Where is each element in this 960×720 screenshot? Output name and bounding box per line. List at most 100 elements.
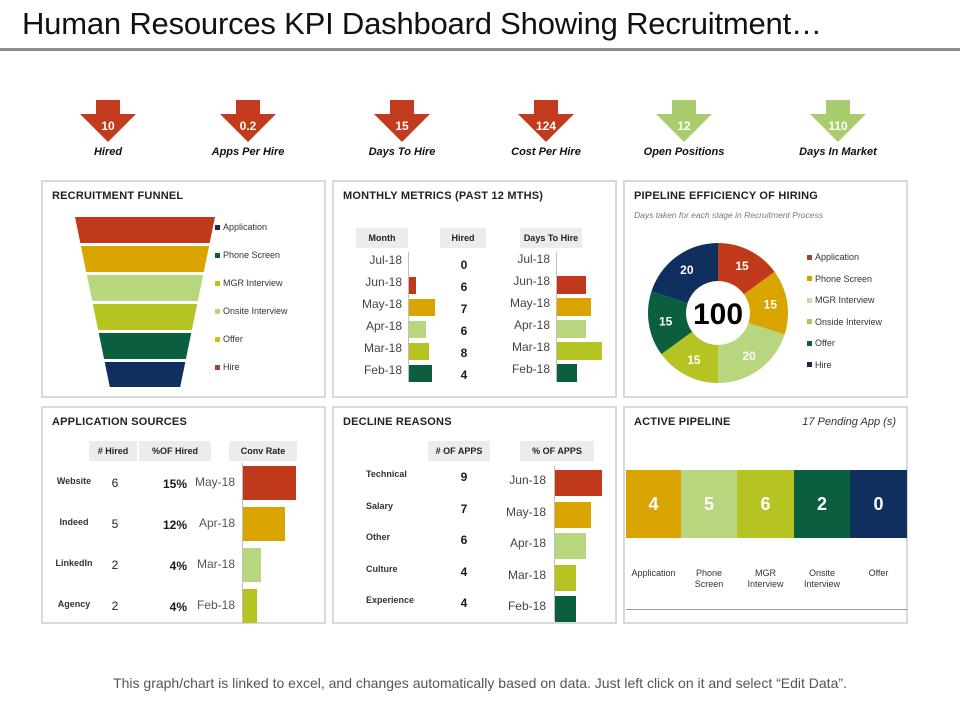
num-apps: 9	[460, 470, 468, 484]
month-label: Mar-18	[507, 567, 546, 582]
legend-item: Offer	[215, 334, 243, 344]
kpi-value: 10	[101, 119, 115, 133]
decline-reason: Salary	[366, 500, 394, 511]
legend-label: Hire	[223, 362, 240, 372]
pct-hired: 4%	[169, 559, 187, 573]
hired-count: 2	[111, 558, 119, 572]
num-apps: 6	[460, 533, 468, 547]
legend-swatch	[807, 319, 812, 324]
kpi-value: 12	[677, 119, 691, 133]
axis-line	[556, 252, 557, 382]
num-apps: 4	[460, 564, 468, 579]
kpi-value: 124	[535, 119, 557, 133]
panel-title: PIPELINE EFFICIENCY OF HIRING	[634, 190, 819, 202]
application-sources-panel: APPLICATION SOURCES # Hired %OF Hired Co…	[41, 406, 326, 624]
legend-item: Hire	[215, 362, 240, 372]
pct-apps-bar	[555, 533, 587, 559]
conv-rate-bar	[243, 466, 296, 500]
pipeline-segment-value: 4	[648, 493, 659, 514]
decline-reason: Technical	[366, 469, 407, 479]
pipeline-segment-value: 0	[873, 493, 884, 514]
hired-count: 6	[111, 476, 119, 490]
panel-title: APPLICATION SOURCES	[52, 416, 187, 428]
legend-label: Application	[223, 222, 268, 232]
hired-count: 5	[111, 517, 119, 531]
funnel-stage	[104, 362, 186, 387]
pipeline-efficiency-panel: PIPELINE EFFICIENCY OF HIRING Days taken…	[623, 180, 908, 398]
pending-apps-count: 17 Pending App (s)	[802, 416, 896, 428]
header-num-apps: # OF APPS	[428, 441, 490, 461]
source-name: LinkedIn	[55, 558, 93, 568]
kpi-label: Days To Hire	[368, 146, 436, 158]
kpi-item: 12 Open Positions	[629, 100, 739, 158]
decline-reasons-panel: DECLINE REASONS # OF APPS % OF APPS Tech…	[332, 406, 617, 624]
legend-label: Offer	[815, 338, 835, 348]
legend-label: Hire	[815, 359, 832, 370]
page-title: Human Resources KPI Dashboard Showing Re…	[22, 6, 822, 41]
pipeline-segment: 2	[794, 470, 850, 538]
kpi-item: 110 Days In Market	[783, 100, 893, 158]
legend-swatch	[215, 308, 220, 314]
baseline-divider	[626, 609, 907, 610]
hired-value: 6	[460, 280, 468, 294]
pct-apps-bar	[555, 470, 602, 496]
legend-label: Application	[815, 252, 860, 262]
kpi-label: Cost Per Hire	[511, 146, 581, 158]
month-label: Feb-18	[196, 598, 235, 612]
pipeline-segment: 0	[850, 470, 907, 538]
legend-swatch	[215, 336, 220, 342]
legend-swatch	[215, 252, 220, 258]
hired-value: 0	[460, 258, 468, 272]
hired-bar	[409, 343, 429, 360]
legend-label: MGR Interview	[223, 278, 283, 288]
hired-bar	[409, 299, 436, 316]
panel-subtitle: Days taken for each stage in Recruitment…	[634, 210, 823, 220]
hired-bar	[409, 321, 426, 338]
legend-swatch	[807, 276, 812, 281]
legend-swatch	[807, 297, 812, 303]
month-label: May-18	[361, 297, 402, 311]
conv-rate-bar	[243, 589, 257, 623]
pipeline-stage-label: Application	[631, 568, 676, 578]
donut-slice-label: 20	[680, 263, 694, 277]
kpi-label: Apps Per Hire	[211, 146, 285, 158]
header-conv-rate: Conv Rate	[229, 441, 297, 461]
legend-item: MGR Interview	[807, 295, 875, 305]
footer-note: This graph/chart is linked to excel, and…	[113, 675, 847, 691]
hired-value: 7	[460, 302, 468, 316]
funnel-chart	[75, 217, 215, 387]
legend-swatch	[215, 280, 220, 286]
source-name: Agency	[57, 599, 91, 609]
title-divider	[0, 48, 960, 51]
recruitment-funnel-panel: RECRUITMENT FUNNEL Application Phone Scre…	[41, 180, 326, 398]
pct-hired: 12%	[162, 518, 187, 532]
pipeline-segment-value: 2	[816, 493, 827, 514]
active-pipeline-panel: ACTIVE PIPELINE 17 Pending App (s) 4 5 6 2 0…	[623, 406, 908, 624]
days-to-hire-bar	[557, 342, 602, 360]
month-label: May-18	[505, 504, 546, 519]
legend-item: MGR Interview	[215, 278, 283, 288]
days-to-hire-bar	[557, 298, 591, 316]
month-label: Apr-18	[365, 319, 402, 333]
header-pct-hired: %OF Hired	[139, 441, 211, 461]
legend-label: MGR Interview	[815, 295, 875, 305]
num-apps: 7	[460, 501, 468, 516]
funnel-stage	[75, 217, 215, 243]
legend-label: Phone Screen	[815, 273, 873, 284]
header-days-to-hire: Days To Hire	[520, 228, 582, 248]
kpi-item: 15 Days To Hire	[347, 100, 457, 158]
active-pipeline-labels: Application Phone Screen MGR Interview Onsi…	[626, 568, 907, 590]
funnel-stage	[92, 304, 198, 330]
hired-bar	[409, 277, 416, 294]
month-label: Mar-18	[511, 340, 550, 354]
panel-title: ACTIVE PIPELINE	[634, 416, 731, 428]
donut-slice-label: 20	[742, 349, 756, 363]
decline-reason: Culture	[366, 563, 398, 574]
pipeline-segment: 5	[681, 470, 737, 538]
month-label: Mar-18	[196, 557, 235, 571]
month-label: Jul-18	[369, 253, 402, 267]
pipeline-segment: 6	[737, 470, 794, 538]
donut-slice-label: 15	[735, 259, 749, 273]
conv-rate-bar	[243, 507, 285, 541]
pct-hired: 15%	[162, 477, 187, 491]
